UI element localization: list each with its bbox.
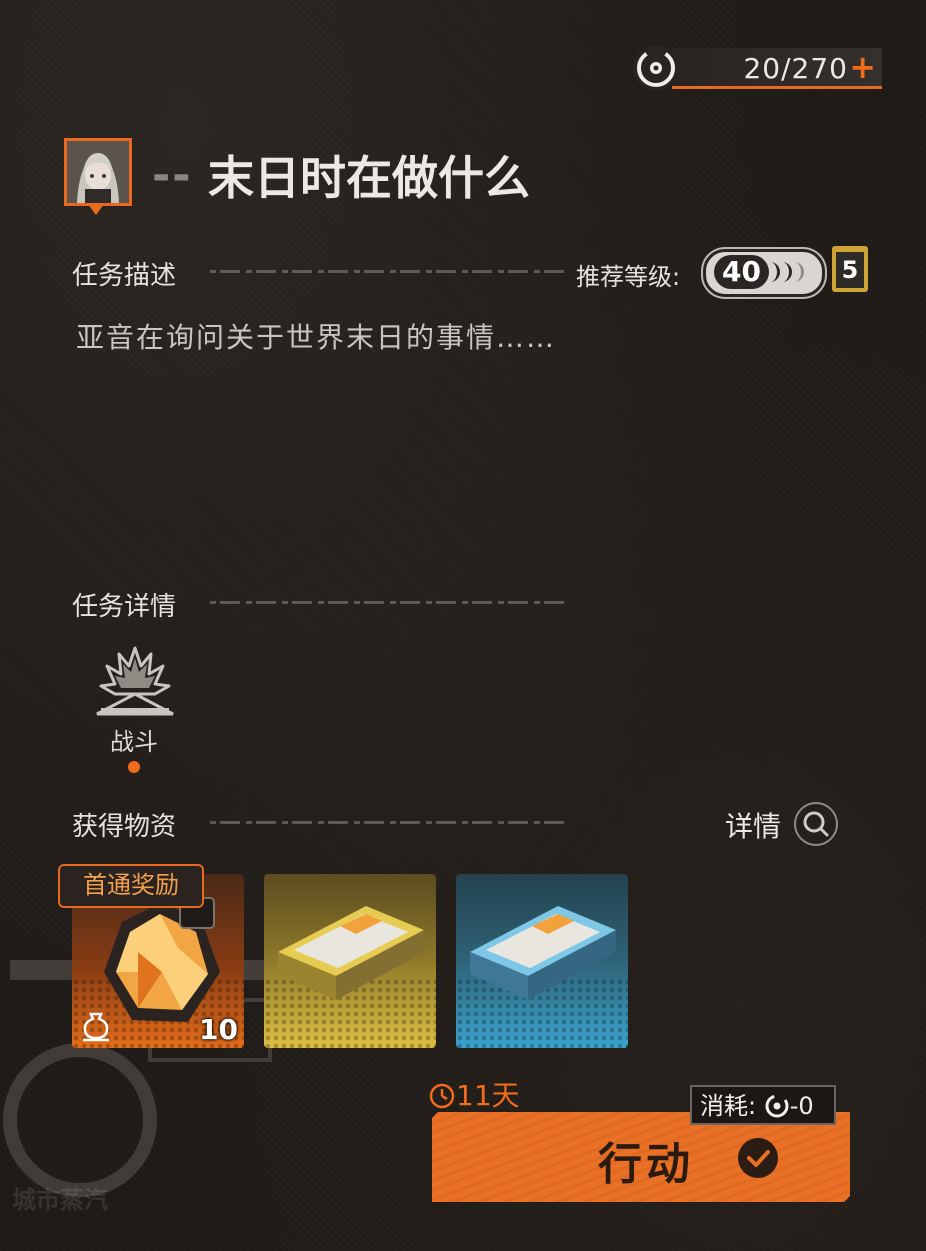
stamina-value: 20/270	[743, 52, 848, 85]
task-description-label: 任务描述	[72, 261, 177, 291]
character-portrait-icon	[67, 141, 129, 203]
reward-item-count: 10	[199, 1013, 238, 1046]
task-description-text: 亚音在询问关于世界末日的事情……	[76, 321, 557, 354]
reward-item-blue-data-card[interactable]	[456, 874, 628, 1048]
rewards-label: 获得物资	[72, 812, 177, 842]
timer: 11天	[428, 1074, 520, 1114]
recommended-level-label: 推荐等级:	[576, 263, 681, 291]
action-button[interactable]: 行动	[432, 1112, 850, 1202]
action-button-label: 行动	[598, 1139, 694, 1190]
amber-crystal-icon	[104, 897, 220, 1022]
stamina-cost-box: 消耗: -0	[690, 1085, 836, 1125]
cost-value: -0	[789, 1092, 814, 1120]
reward-item-gold-data-card[interactable]	[264, 874, 436, 1048]
magnifier-icon	[803, 811, 829, 837]
level-pips-icon	[770, 262, 804, 282]
vase-icon	[83, 1012, 109, 1042]
stamina-gauge-icon	[765, 1094, 789, 1118]
difficulty-badge-value: 5	[836, 252, 864, 288]
gold-card-stack-icon	[278, 906, 424, 1000]
background-watermark: 城市蒸汽	[12, 1186, 108, 1214]
battle-indicator-dot	[128, 761, 140, 773]
reward-details-label[interactable]: 详情	[725, 805, 781, 845]
reward-details-button[interactable]	[794, 802, 838, 846]
stamina-gauge-icon	[633, 45, 679, 91]
checkmark-icon	[738, 1138, 778, 1178]
first-clear-reward-tag: 首通奖励	[58, 864, 204, 908]
stamina-bar[interactable]: 20/270 +	[632, 44, 882, 92]
section-divider	[210, 821, 570, 824]
timer-value: 11天	[456, 1079, 520, 1112]
task-details-label: 任务详情	[72, 592, 177, 622]
difficulty-badge: 5	[832, 246, 868, 292]
recommended-level-badge: 40	[703, 249, 825, 297]
blue-card-stack-icon	[470, 906, 616, 1000]
add-stamina-button[interactable]: +	[849, 48, 876, 86]
clock-icon	[429, 1083, 455, 1109]
character-avatar	[64, 138, 132, 206]
battle-type-label: 战斗	[110, 728, 158, 756]
cost-label: 消耗:	[700, 1092, 757, 1120]
avatar-pointer	[87, 203, 105, 215]
battle-explosion-icon[interactable]	[93, 644, 177, 718]
mission-title: 末日时在做什么	[208, 151, 530, 205]
recommended-level-value: 40	[714, 255, 769, 289]
title-dash: --	[152, 150, 193, 201]
section-divider	[210, 270, 570, 273]
section-divider	[210, 601, 570, 604]
